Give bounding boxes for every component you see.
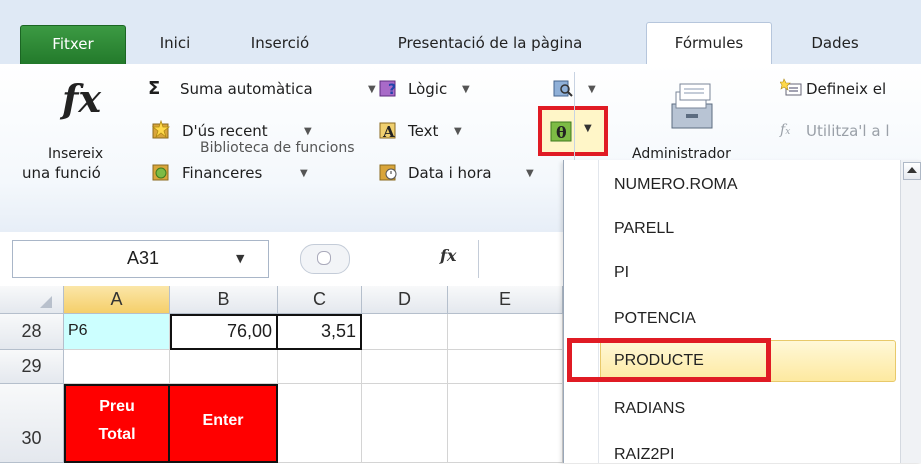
menu-item-potencia[interactable]: POTENCIA bbox=[614, 310, 696, 328]
name-manager-label: Administrador bbox=[632, 146, 731, 160]
logical-label: Lògic bbox=[408, 80, 448, 98]
text-book-icon: A bbox=[379, 122, 396, 140]
menu-item-parell[interactable]: PARELL bbox=[614, 220, 674, 238]
math-trig-button[interactable]: θ ▼ bbox=[538, 106, 608, 156]
svg-text:θ: θ bbox=[556, 123, 567, 142]
tab-formules[interactable]: Fórmules bbox=[646, 22, 772, 66]
chevron-down-icon[interactable]: ▼ bbox=[236, 252, 244, 265]
question-book-icon: ? bbox=[379, 80, 396, 98]
math-trig-dropdown: NUMERO.ROMA PARELL PI POTENCIA PRODUCTE … bbox=[563, 160, 921, 463]
cell-a30-line1: Preu bbox=[99, 398, 135, 415]
magnifier-book-icon bbox=[553, 80, 573, 97]
triangle-icon bbox=[40, 296, 52, 308]
column-header-c[interactable]: C bbox=[278, 286, 362, 314]
lookup-reference-button[interactable]: ▼ bbox=[552, 78, 602, 102]
tab-dades[interactable]: Dades bbox=[795, 23, 875, 63]
use-in-formula-label: Utilitza'l a l bbox=[806, 122, 890, 140]
cell-c30[interactable] bbox=[278, 384, 362, 463]
fx-icon: fx bbox=[62, 76, 102, 121]
tab-insercio[interactable]: Inserció bbox=[232, 23, 328, 63]
group-label-function-library: Biblioteca de funcions bbox=[200, 140, 355, 156]
fx-small-icon: fx bbox=[780, 122, 791, 138]
card-file-icon bbox=[671, 83, 713, 129]
financial-book-icon bbox=[152, 164, 169, 181]
menu-item-raiz2pi[interactable]: RAIZ2PI bbox=[614, 446, 674, 464]
cell-b29[interactable] bbox=[170, 350, 278, 384]
cell-e28[interactable] bbox=[448, 314, 563, 350]
recently-used-label: D'ús recent bbox=[182, 122, 268, 140]
cell-e30[interactable] bbox=[448, 384, 563, 463]
insert-function-button[interactable]: fx Insereix una funció bbox=[22, 76, 140, 191]
circle-icon bbox=[317, 251, 331, 265]
row-header-30[interactable]: 30 bbox=[0, 384, 64, 463]
column-header-a[interactable]: A bbox=[64, 286, 170, 314]
insert-function-label-1: Insereix bbox=[48, 146, 104, 162]
menu-item-numero-roma[interactable]: NUMERO.ROMA bbox=[614, 176, 738, 194]
autosum-label: Suma automàtica bbox=[180, 80, 313, 98]
financial-label: Financeres bbox=[182, 164, 263, 182]
chevron-down-icon: ▼ bbox=[300, 168, 308, 179]
chevron-down-icon: ▼ bbox=[462, 84, 470, 95]
chevron-down-icon: ▼ bbox=[584, 123, 592, 134]
chevron-down-icon: ▼ bbox=[304, 126, 312, 137]
formula-bar-resize-handle[interactable] bbox=[300, 244, 350, 274]
formula-bar-divider bbox=[478, 240, 479, 278]
cell-c28[interactable]: 3,51 bbox=[278, 314, 362, 350]
cell-d30[interactable] bbox=[362, 384, 448, 463]
sigma-icon: Σ bbox=[148, 78, 161, 99]
tab-inici[interactable]: Inici bbox=[140, 23, 210, 63]
menu-gutter-line bbox=[598, 160, 599, 463]
cell-d29[interactable] bbox=[362, 350, 448, 384]
column-header-d[interactable]: D bbox=[362, 286, 448, 314]
define-name-icon bbox=[780, 78, 802, 96]
scroll-up-button[interactable] bbox=[903, 162, 921, 180]
menu-item-pi[interactable]: PI bbox=[614, 264, 629, 282]
name-manager-button[interactable]: Administrador bbox=[620, 74, 770, 160]
menu-item-radians[interactable]: RADIANS bbox=[614, 400, 685, 418]
text-label: Text bbox=[408, 122, 439, 140]
define-name-label: Defineix el bbox=[806, 80, 887, 98]
svg-text:?: ? bbox=[388, 82, 396, 98]
column-header-e[interactable]: E bbox=[448, 286, 563, 314]
chevron-up-icon bbox=[907, 167, 917, 173]
cell-d28[interactable] bbox=[362, 314, 448, 350]
dropdown-scrollbar[interactable] bbox=[900, 160, 921, 463]
cell-e29[interactable] bbox=[448, 350, 563, 384]
theta-book-icon: θ bbox=[550, 121, 572, 142]
insert-function-fx-icon[interactable]: fx bbox=[440, 246, 456, 265]
formula-input[interactable] bbox=[484, 240, 563, 276]
cell-a28[interactable]: P6 bbox=[64, 314, 170, 350]
chevron-down-icon: ▼ bbox=[588, 84, 596, 95]
chevron-down-icon: ▼ bbox=[368, 84, 376, 95]
name-box-value: A31 bbox=[127, 248, 160, 268]
tab-fitxer[interactable]: Fitxer bbox=[20, 25, 126, 64]
cell-a30-line2: Total bbox=[98, 426, 136, 443]
ribbon-tab-bar: Fitxer Inici Inserció Presentació de la … bbox=[0, 0, 921, 66]
clock-book-icon bbox=[379, 164, 397, 181]
menu-item-producte[interactable]: PRODUCTE bbox=[614, 352, 704, 370]
svg-text:A: A bbox=[382, 123, 395, 140]
cell-a30[interactable]: Preu Total bbox=[64, 384, 170, 463]
name-box[interactable]: A31 ▼ bbox=[12, 240, 269, 278]
chevron-down-icon: ▼ bbox=[526, 168, 534, 179]
cell-c29[interactable] bbox=[278, 350, 362, 384]
cell-a29[interactable] bbox=[64, 350, 170, 384]
column-header-b[interactable]: B bbox=[170, 286, 278, 314]
star-book-icon bbox=[151, 120, 171, 139]
cell-b30[interactable]: Enter bbox=[170, 384, 278, 463]
row-header-29[interactable]: 29 bbox=[0, 350, 64, 384]
row-header-28[interactable]: 28 bbox=[0, 314, 64, 350]
tab-presentacio[interactable]: Presentació de la pàgina bbox=[360, 23, 620, 63]
chevron-down-icon: ▼ bbox=[454, 126, 462, 137]
date-time-label: Data i hora bbox=[408, 164, 492, 182]
select-all-corner[interactable] bbox=[0, 286, 64, 314]
insert-function-label-2: una funció bbox=[22, 164, 101, 182]
cell-b28[interactable]: 76,00 bbox=[170, 314, 278, 350]
